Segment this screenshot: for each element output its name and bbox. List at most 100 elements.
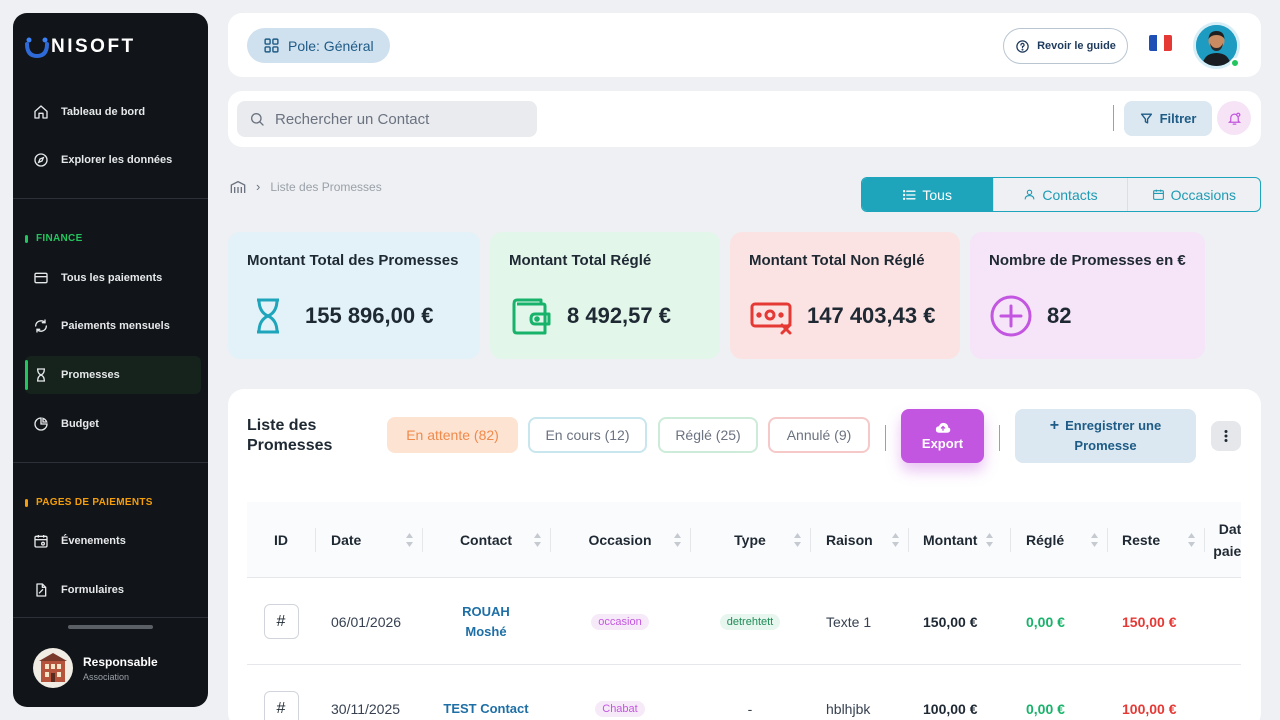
search-placeholder: Rechercher un Contact: [275, 110, 430, 128]
tab-tous[interactable]: Tous: [862, 178, 994, 211]
view-segment: Tous Contacts Occasions: [861, 177, 1261, 212]
pole-selector-button[interactable]: Pole: Général: [247, 28, 390, 63]
table-row[interactable]: # 06/01/2026 ROUAH Moshé occasion detreh…: [247, 578, 1241, 665]
export-button[interactable]: Export: [901, 409, 984, 463]
plus-icon: +: [1049, 417, 1060, 434]
column-header-regle[interactable]: Réglé: [1010, 502, 1107, 578]
logo[interactable]: NISOFT: [25, 33, 136, 61]
notification-button[interactable]: [1217, 101, 1251, 135]
stat-card-total-paid: Montant Total Réglé 8 492,57 €: [490, 232, 720, 359]
raison-cell: Texte 1: [826, 613, 872, 630]
money-cancel-icon: [750, 302, 792, 335]
nav-item-all-payments[interactable]: Tous les paiements: [25, 259, 201, 297]
stat-title: Nombre de Promesses en €: [989, 252, 1186, 269]
panel-title: Liste des Promesses: [247, 417, 333, 454]
nav-item-promises[interactable]: Promesses: [25, 356, 201, 394]
more-options-button[interactable]: [1211, 421, 1241, 451]
credit-card-icon: [34, 272, 48, 284]
filter-pill-in-progress[interactable]: En cours (12): [528, 417, 647, 453]
profile-name: Responsable: [83, 654, 158, 669]
profile[interactable]: Responsable Association: [33, 648, 158, 688]
plus-circle-icon: [990, 295, 1032, 337]
occasion-cell: Chabat: [550, 665, 690, 720]
help-circle-icon: [1016, 39, 1029, 53]
column-header-type[interactable]: Type: [690, 502, 810, 578]
reste-cell: 150,00 €: [1122, 613, 1177, 630]
stat-value: 155 896,00 €: [305, 303, 434, 328]
raison-cell: hblhjbk: [826, 700, 871, 717]
calendar-icon: [1152, 189, 1164, 200]
more-vertical-icon: [1224, 430, 1228, 442]
form-icon: [36, 583, 47, 597]
sort-icon: [986, 533, 993, 547]
nav-item-events[interactable]: Évenements: [25, 522, 201, 560]
column-header-raison[interactable]: Raison: [810, 502, 908, 578]
bell-icon: [1227, 112, 1241, 125]
logo-icon: [25, 36, 49, 59]
sidebar-scroll-handle[interactable]: [68, 625, 153, 629]
french-flag-icon[interactable]: [1149, 35, 1172, 51]
divider: [885, 425, 886, 451]
pie-chart-icon: [34, 417, 48, 431]
nav-label: Tableau de bord: [61, 106, 146, 118]
nav-label: Explorer les données: [61, 154, 173, 166]
montant-cell: 100,00 €: [923, 700, 978, 717]
table-row[interactable]: # 30/11/2025 TEST Contact Chabat - hblhj…: [247, 665, 1241, 720]
chevron-right-icon: ›: [256, 179, 261, 194]
search-icon: [250, 113, 264, 126]
stat-card-promise-count: Nombre de Promesses en € 82: [970, 232, 1205, 359]
breadcrumb: › Liste des Promesses: [230, 179, 382, 194]
contact-link[interactable]: ROUAH Moshé: [442, 602, 530, 642]
column-header-contact[interactable]: Contact: [422, 502, 550, 578]
nav-item-dashboard[interactable]: Tableau de bord: [25, 93, 201, 131]
refresh-icon: [35, 319, 47, 333]
wallet-icon: [512, 298, 551, 335]
nav-label: Budget: [61, 418, 99, 430]
nav-label: Promesses: [61, 369, 120, 381]
grid-icon: [264, 38, 279, 53]
contact-cell: TEST Contact: [442, 665, 530, 720]
sort-icon: [1091, 533, 1098, 547]
stat-card-total-promises: Montant Total des Promesses 155 896,00 €: [228, 232, 480, 359]
sort-icon: [674, 533, 681, 547]
add-label: Enregistrer une Promesse: [1065, 418, 1162, 453]
regle-cell: 0,00 €: [1026, 700, 1065, 717]
top-header: Pole: Général Revoir le guide: [228, 13, 1261, 77]
section-label-pages: PAGES DE PAIEMENTS: [25, 497, 153, 508]
row-id-cell: #: [263, 665, 299, 720]
nav-item-forms[interactable]: Formulaires: [25, 571, 201, 609]
sort-icon: [892, 533, 899, 547]
sort-icon: [1188, 533, 1195, 547]
add-promise-button[interactable]: + Enregistrer une Promesse: [1015, 409, 1196, 463]
search-input[interactable]: Rechercher un Contact: [237, 101, 537, 137]
column-header-date[interactable]: Date: [315, 502, 422, 578]
column-header-reste[interactable]: Reste: [1107, 502, 1204, 578]
stat-value: 8 492,57 €: [567, 303, 671, 328]
building-icon[interactable]: [230, 180, 246, 194]
section-label-finance: FINANCE: [25, 233, 83, 244]
tab-occasions[interactable]: Occasions: [1126, 178, 1260, 211]
nav-item-explore[interactable]: Explorer les données: [25, 141, 201, 179]
type-cell: detrehtett: [690, 578, 810, 665]
column-header-occasion[interactable]: Occasion: [550, 502, 690, 578]
filter-pill-settled[interactable]: Réglé (25): [658, 417, 758, 453]
stat-title: Montant Total Non Réglé: [749, 252, 925, 269]
column-header-montant[interactable]: Montant: [908, 502, 1010, 578]
tab-contacts[interactable]: Contacts: [993, 178, 1126, 211]
divider: [13, 198, 208, 199]
tab-label: Occasions: [1170, 186, 1237, 203]
sort-icon: [794, 533, 801, 547]
contact-link[interactable]: TEST Contact: [443, 699, 528, 719]
stat-value: 147 403,43 €: [807, 303, 936, 328]
hash-button[interactable]: #: [263, 691, 299, 720]
guide-button[interactable]: Revoir le guide: [1003, 28, 1128, 64]
nav-item-budget[interactable]: Budget: [25, 405, 201, 443]
filter-pill-pending[interactable]: En attente (82): [387, 417, 518, 453]
filter-button[interactable]: Filtrer: [1124, 101, 1212, 136]
column-header-id[interactable]: ID: [247, 502, 315, 578]
divider: [1113, 105, 1114, 131]
hash-button[interactable]: #: [263, 604, 299, 639]
column-header-payment-date[interactable]: Date de paiement: [1204, 502, 1241, 578]
filter-pill-cancelled[interactable]: Annulé (9): [768, 417, 870, 453]
nav-item-monthly-payments[interactable]: Paiements mensuels: [25, 307, 201, 345]
